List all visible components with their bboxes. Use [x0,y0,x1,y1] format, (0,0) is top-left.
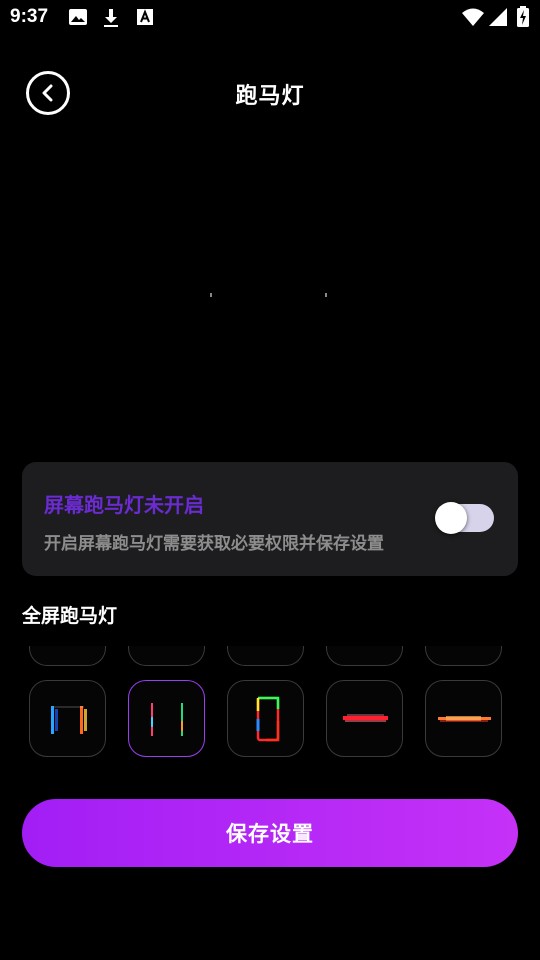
download-icon [102,8,120,32]
toggle-knob [435,502,467,534]
style-tile-1[interactable] [29,680,106,757]
style-tile-4[interactable] [326,680,403,757]
page-title: 跑马灯 [235,84,305,109]
save-settings-button[interactable]: 保存设置 [22,799,518,867]
status-title: 屏幕跑马灯未开启 [44,493,204,517]
preview-dot [210,293,212,297]
style-tile-2-selected[interactable] [128,680,205,757]
marquee-toggle[interactable] [435,502,494,534]
status-bar: 9:37 [0,0,540,36]
battery-charging-icon [516,6,530,32]
status-time: 9:37 [10,6,49,27]
image-icon [68,8,88,30]
status-description: 开启屏幕跑马灯需要获取必要权限并保存设置 [44,534,384,554]
marquee-preview [0,135,540,455]
wifi-icon [462,7,484,31]
text-a-icon [136,8,154,30]
preview-dot [325,293,327,297]
section-title-overlay: 全屏跑马灯 [22,605,118,627]
style-tile-3[interactable] [227,680,304,757]
marquee-status-card: 屏幕跑马灯未开启 开启屏幕跑马灯需要获取必要权限并保存设置 [22,462,518,576]
signal-icon [488,7,508,31]
style-tile-5[interactable] [425,680,502,757]
